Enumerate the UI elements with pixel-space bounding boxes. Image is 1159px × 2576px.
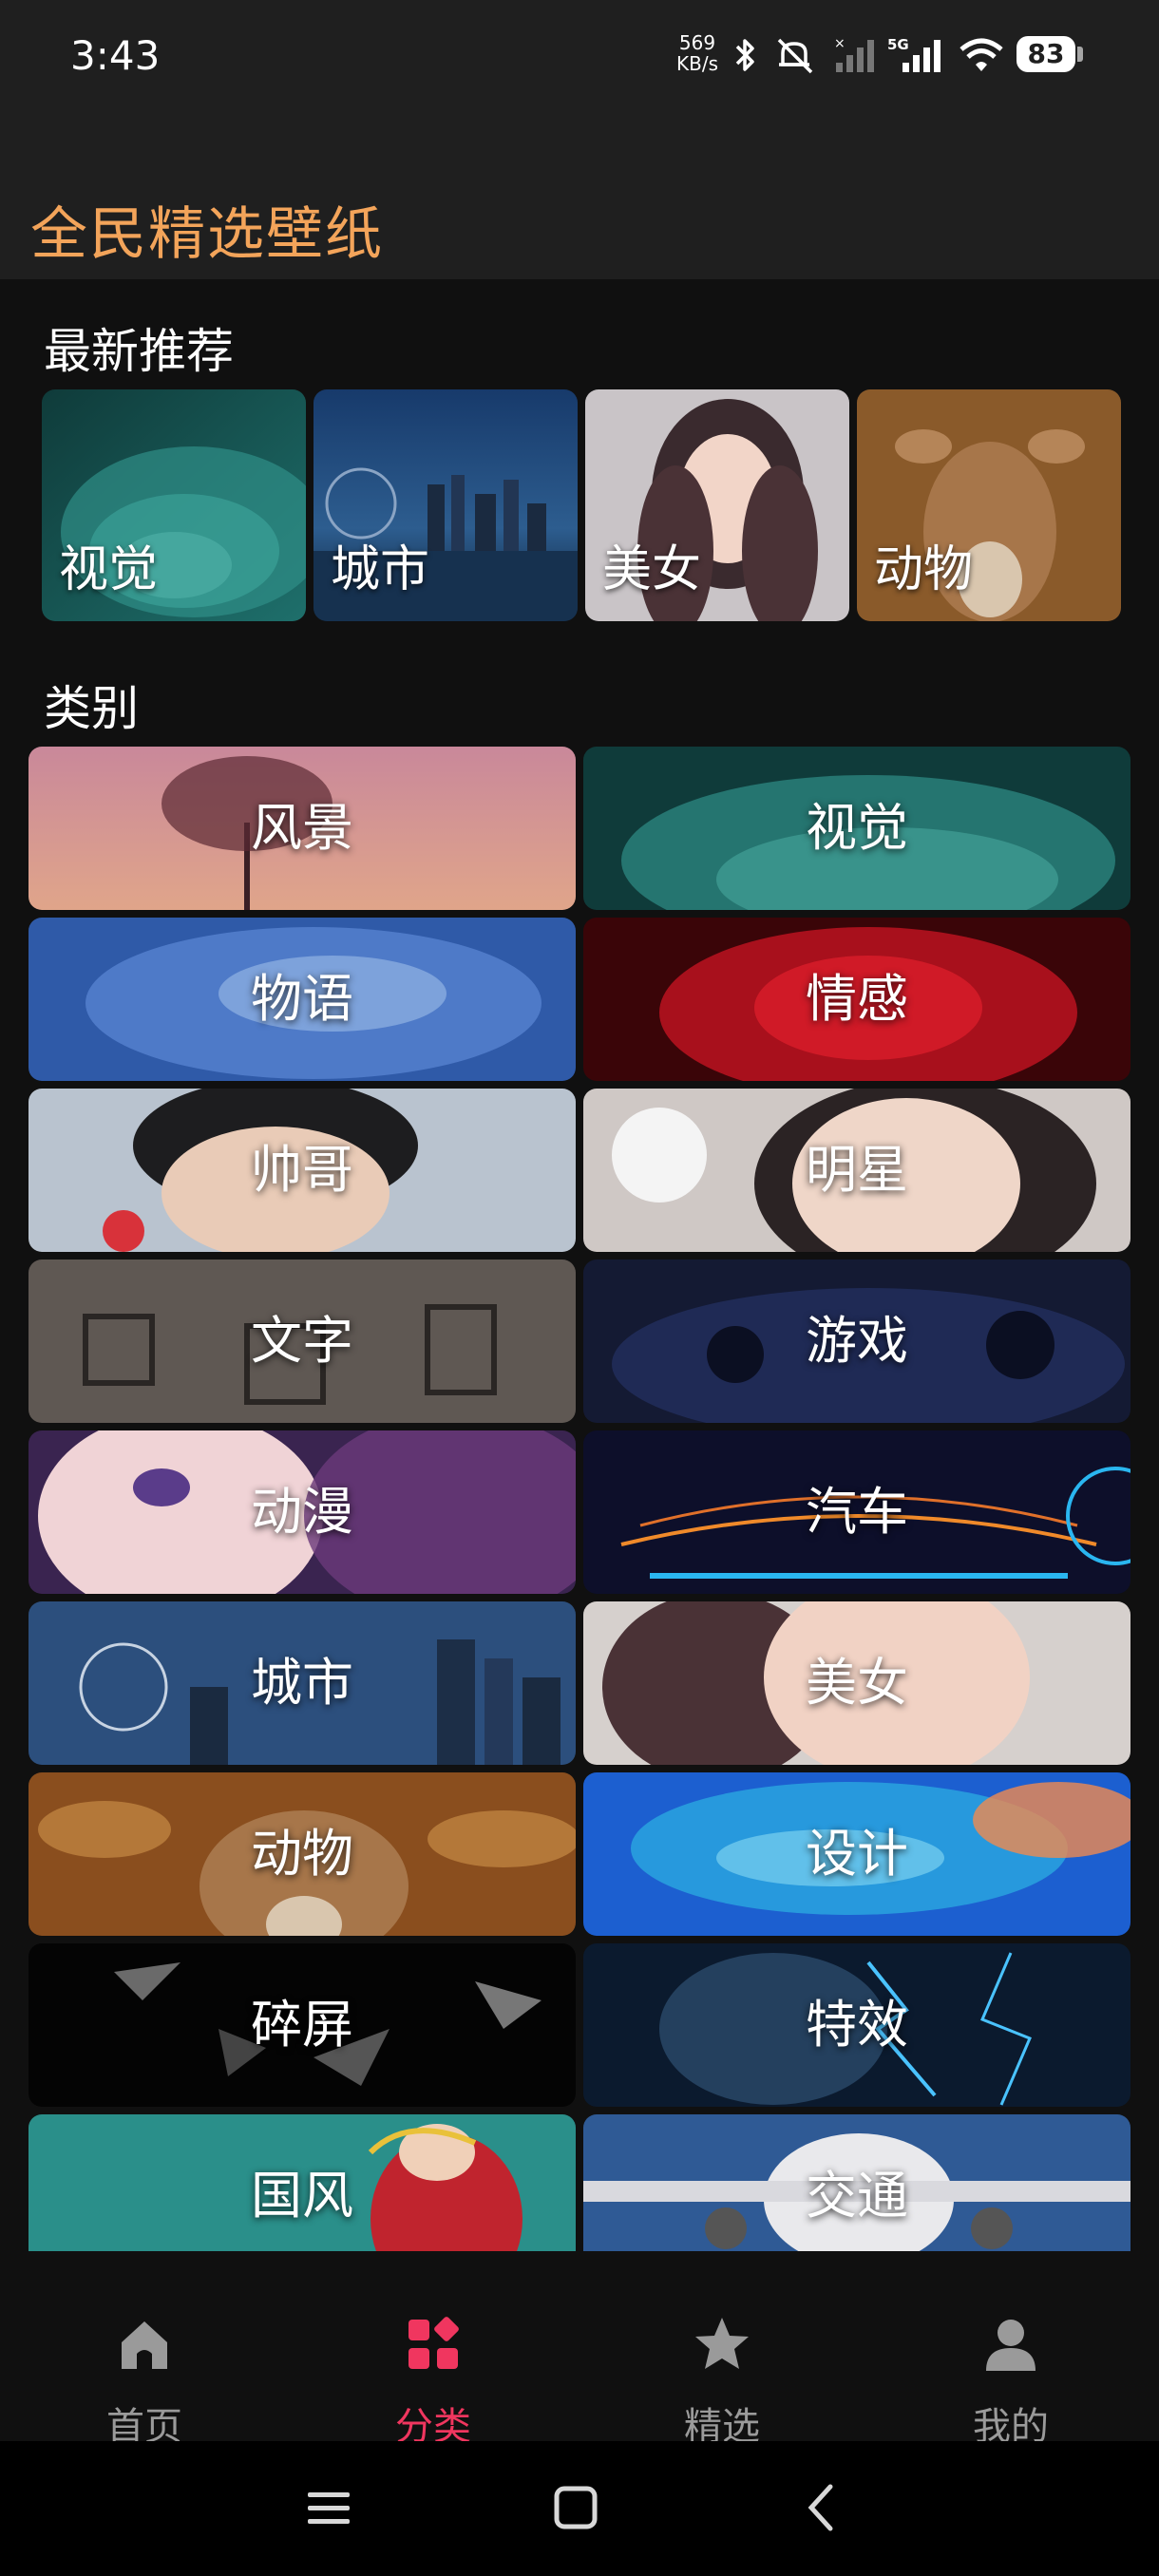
- category-game[interactable]: 游戏: [583, 1260, 1130, 1423]
- category-label: 汽车: [806, 1482, 908, 1542]
- svg-text:5G: 5G: [887, 36, 909, 53]
- home-button-icon[interactable]: [547, 2479, 604, 2536]
- category-city[interactable]: 城市: [28, 1601, 576, 1765]
- category-label: 交通: [806, 2166, 908, 2226]
- category-label: 帅哥: [251, 1140, 353, 1200]
- back-icon[interactable]: [794, 2479, 851, 2536]
- category-traffic[interactable]: 交通: [583, 2114, 1130, 2251]
- category-scenery[interactable]: 风景: [28, 747, 576, 910]
- category-emotion[interactable]: 情感: [583, 918, 1130, 1081]
- network-speed-value: 569: [678, 31, 716, 54]
- category-label: 动漫: [251, 1482, 353, 1542]
- category-label: 设计: [806, 1824, 908, 1884]
- category-chinese-style[interactable]: 国风: [28, 2114, 576, 2251]
- category-handsome[interactable]: 帅哥: [28, 1089, 576, 1252]
- status-bar: 3:43 569 KB/s × 5G 83: [0, 0, 1159, 114]
- category-car[interactable]: 汽车: [583, 1430, 1130, 1594]
- nav-tab-category[interactable]: 分类: [291, 2314, 576, 2449]
- recommend-item-beauty[interactable]: 美女: [585, 389, 849, 621]
- category-story[interactable]: 物语: [28, 918, 576, 1081]
- category-visual[interactable]: 视觉: [583, 747, 1130, 910]
- mute-icon: [777, 38, 813, 74]
- recommend-row: 视觉 城市 美女 动物: [42, 389, 1121, 621]
- nav-tab-featured[interactable]: 精选: [580, 2314, 864, 2449]
- category-label: 文字: [251, 1311, 353, 1371]
- user-icon: [986, 2320, 1036, 2371]
- menu-icon[interactable]: [300, 2479, 357, 2536]
- bottom-nav: 首页 分类 精选 我的: [0, 2251, 1159, 2449]
- nav-tab-home[interactable]: 首页: [2, 2314, 287, 2449]
- category-broken-screen[interactable]: 碎屏: [28, 1943, 576, 2107]
- category-label: 美女: [806, 1653, 908, 1713]
- network-speed: 569 KB/s: [676, 32, 718, 74]
- category-label: 动物: [251, 1824, 353, 1884]
- recommend-title: 最新推荐: [44, 324, 234, 379]
- battery-icon: 83: [1016, 36, 1075, 72]
- bluetooth-icon: [735, 39, 754, 71]
- category-effects[interactable]: 特效: [583, 1943, 1130, 2107]
- category-animal[interactable]: 动物: [28, 1772, 576, 1936]
- category-design[interactable]: 设计: [583, 1772, 1130, 1936]
- app-header: 全民精选壁纸: [0, 114, 1159, 279]
- category-icon: [408, 2317, 459, 2369]
- category-label: 国风: [251, 2166, 353, 2226]
- category-label: 风景: [251, 798, 353, 858]
- category-beauty[interactable]: 美女: [583, 1601, 1130, 1765]
- recommend-item-city[interactable]: 城市: [314, 389, 578, 621]
- recommend-item-label: 城市: [331, 541, 430, 598]
- category-label: 物语: [251, 969, 353, 1029]
- categories-title: 类别: [44, 681, 139, 736]
- home-icon: [122, 2321, 167, 2369]
- network-speed-unit: KB/s: [676, 52, 718, 75]
- category-label: 游戏: [806, 1311, 908, 1371]
- recommend-item-visual[interactable]: 视觉: [42, 389, 306, 621]
- category-label: 特效: [806, 1995, 908, 2055]
- category-label: 明星: [806, 1140, 908, 1200]
- wifi-icon: [960, 38, 1003, 71]
- nav-tab-mine[interactable]: 我的: [868, 2314, 1153, 2449]
- category-grid: 风景 视觉 物语 情感 帅哥 明星 文字 游戏 动漫 汽车 城市 美女 动物 设…: [28, 747, 1130, 2251]
- category-anime[interactable]: 动漫: [28, 1430, 576, 1594]
- category-star[interactable]: 明星: [583, 1089, 1130, 1252]
- signal-icon: ×: [834, 36, 874, 72]
- svg-text:×: ×: [834, 36, 846, 51]
- category-label: 碎屏: [251, 1995, 353, 2055]
- 5g-signal-icon: 5G: [887, 36, 940, 72]
- category-label: 视觉: [806, 798, 908, 858]
- status-time: 3:43: [70, 32, 161, 79]
- category-label: 城市: [251, 1653, 353, 1713]
- app-title: 全民精选壁纸: [30, 201, 384, 268]
- battery-tip: [1077, 47, 1083, 62]
- star-icon: [695, 2318, 749, 2369]
- category-label: 情感: [806, 969, 908, 1029]
- recommend-item-animal[interactable]: 动物: [857, 389, 1121, 621]
- category-text[interactable]: 文字: [28, 1260, 576, 1423]
- recommend-item-label: 动物: [874, 541, 974, 598]
- recommend-item-label: 美女: [602, 541, 702, 598]
- system-nav-bar: [0, 2441, 1159, 2576]
- recommend-item-label: 视觉: [59, 541, 159, 598]
